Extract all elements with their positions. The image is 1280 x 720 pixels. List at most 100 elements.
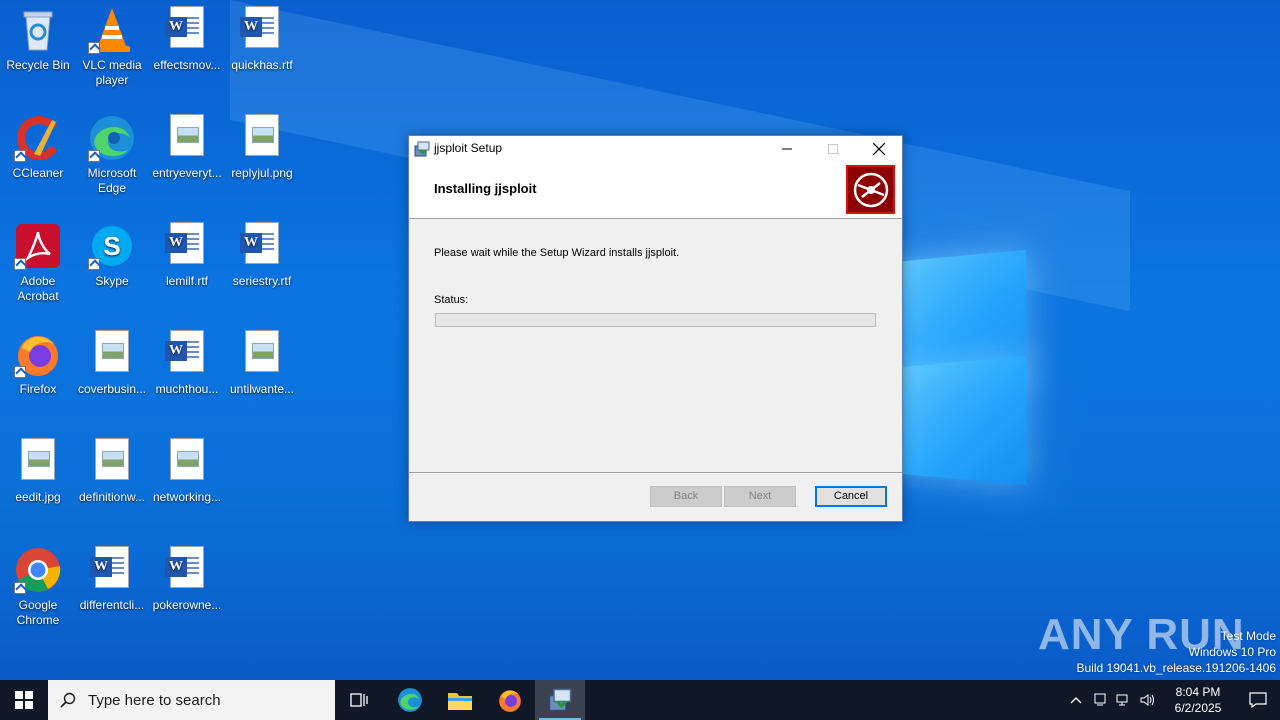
word-document-icon: W xyxy=(163,6,211,54)
desktop-icon-quickhas[interactable]: W quickhas.rtf xyxy=(224,0,300,73)
next-button[interactable]: Next xyxy=(724,486,796,507)
test-mode-text: Test Mode xyxy=(1220,629,1276,643)
desktop-icon-ccleaner[interactable]: CCleaner xyxy=(0,108,76,181)
word-document-icon: W xyxy=(238,222,286,270)
network-icon xyxy=(1116,694,1128,706)
taskbar-search-box[interactable]: Type here to search xyxy=(48,680,335,720)
image-file-icon xyxy=(238,330,286,378)
desktop-icon-skype[interactable]: S Skype xyxy=(74,216,150,289)
maximize-icon xyxy=(828,144,838,154)
image-file-icon xyxy=(14,438,62,486)
start-button[interactable] xyxy=(0,680,48,720)
edge-icon xyxy=(398,688,422,712)
word-document-icon: W xyxy=(238,6,286,54)
desktop-icon-pokerowne[interactable]: W pokerowne... xyxy=(149,540,225,613)
desktop-icon-seriestry[interactable]: W seriestry.rtf xyxy=(224,216,300,289)
page-title: Installing jjsploit xyxy=(434,181,537,196)
icon-label: differentcli... xyxy=(79,598,145,612)
icon-label: Microsoft Edge xyxy=(87,166,137,195)
clock-time: 8:04 PM xyxy=(1175,685,1221,699)
desktop-icon-definitionw[interactable]: definitionw... xyxy=(74,432,150,505)
desktop-icon-effectsmov[interactable]: W effectsmov... xyxy=(149,0,225,73)
taskbar-edge[interactable] xyxy=(385,680,435,720)
icon-label: replyjul.png xyxy=(231,166,293,180)
icon-label: entryeveryt... xyxy=(152,166,222,180)
cancel-button[interactable]: Cancel xyxy=(815,486,887,507)
window-title: jjsploit Setup xyxy=(434,141,503,155)
word-document-icon: W xyxy=(163,330,211,378)
clock-date: 6/2/2025 xyxy=(1174,701,1222,715)
close-button[interactable] xyxy=(856,136,902,162)
status-label: Status: xyxy=(434,294,469,306)
speaker-icon xyxy=(1140,694,1154,706)
taskbar-clock[interactable]: 8:04 PM 6/2/2025 xyxy=(1160,684,1236,716)
desktop-icon-google-chrome[interactable]: Google Chrome xyxy=(0,540,76,628)
icon-label: Skype xyxy=(95,274,129,288)
icon-label: CCleaner xyxy=(12,166,64,180)
tray-app-icon[interactable] xyxy=(1088,680,1112,720)
icon-label: VLC media player xyxy=(82,58,142,87)
back-button[interactable]: Back xyxy=(650,486,722,507)
maximize-button[interactable] xyxy=(810,136,856,162)
minimize-button[interactable] xyxy=(764,136,810,162)
task-view-button[interactable] xyxy=(335,680,385,720)
setup-dialog: jjsploit Setup Installing jjsploit Pleas… xyxy=(408,135,903,522)
desktop-icon-coverbusin[interactable]: coverbusin... xyxy=(74,324,150,397)
icon-label: Google Chrome xyxy=(16,598,60,627)
word-document-icon: W xyxy=(163,222,211,270)
jjsploit-logo-icon xyxy=(846,165,895,214)
image-file-icon xyxy=(88,438,136,486)
system-tray: 8:04 PM 6/2/2025 xyxy=(1064,680,1280,720)
desktop-icon-recycle-bin[interactable]: Recycle Bin xyxy=(0,0,76,73)
desktop-icon-entryeveryt[interactable]: entryeveryt... xyxy=(149,108,225,181)
taskbar-firefox[interactable] xyxy=(485,680,535,720)
desktop-icon-firefox[interactable]: Firefox xyxy=(0,324,76,397)
word-document-icon: W xyxy=(88,546,136,594)
adobe-acrobat-icon xyxy=(14,222,62,270)
icon-label: muchthou... xyxy=(155,382,219,396)
desktop-icon-networking[interactable]: networking... xyxy=(149,432,225,505)
search-placeholder: Type here to search xyxy=(88,691,221,709)
desktop-icon-eedit[interactable]: eedit.jpg xyxy=(0,432,76,505)
search-icon xyxy=(60,692,76,708)
desktop-icon-adobe-acrobat[interactable]: Adobe Acrobat xyxy=(0,216,76,304)
icon-label: pokerowne... xyxy=(152,598,222,612)
action-center-button[interactable] xyxy=(1236,680,1280,720)
skype-icon: S xyxy=(88,222,136,270)
desktop-icon-differentcli[interactable]: W differentcli... xyxy=(74,540,150,613)
image-file-icon xyxy=(163,114,211,162)
show-hidden-icons-button[interactable] xyxy=(1064,680,1088,720)
recycle-bin-icon xyxy=(14,6,62,54)
desktop-icon-replyjul[interactable]: replyjul.png xyxy=(224,108,300,181)
volume-button[interactable] xyxy=(1136,680,1160,720)
icon-label: quickhas.rtf xyxy=(231,58,293,72)
svg-text:S: S xyxy=(103,231,120,261)
desktop-icon-muchthou[interactable]: W muchthou... xyxy=(149,324,225,397)
chrome-icon xyxy=(14,546,62,594)
desktop-icon-untilwante[interactable]: untilwante... xyxy=(224,324,300,397)
desktop-icon-microsoft-edge[interactable]: Microsoft Edge xyxy=(74,108,150,196)
icon-label: coverbusin... xyxy=(77,382,147,396)
close-icon xyxy=(873,143,885,155)
taskbar-setup-installer[interactable] xyxy=(535,680,585,720)
chevron-up-icon xyxy=(1070,697,1082,704)
network-button[interactable] xyxy=(1112,680,1136,720)
edition-text: Windows 10 Pro xyxy=(1188,645,1276,659)
task-view-icon xyxy=(350,693,368,707)
installer-icon xyxy=(548,688,572,712)
title-bar[interactable]: jjsploit Setup xyxy=(409,136,902,162)
icon-label: Adobe Acrobat xyxy=(17,274,59,303)
notification-icon xyxy=(1249,692,1267,708)
icon-label: networking... xyxy=(152,490,222,504)
installer-icon xyxy=(414,141,430,157)
dialog-header: Installing jjsploit xyxy=(409,162,902,219)
install-message: Please wait while the Setup Wizard insta… xyxy=(434,247,680,259)
icon-label: eedit.jpg xyxy=(15,490,61,504)
word-document-icon: W xyxy=(163,546,211,594)
install-progress-bar xyxy=(435,313,876,327)
desktop-icon-lemilf[interactable]: W lemilf.rtf xyxy=(149,216,225,289)
desktop-icon-vlc[interactable]: VLC media player xyxy=(74,0,150,88)
taskbar-file-explorer[interactable] xyxy=(435,680,485,720)
edge-icon xyxy=(88,114,136,162)
image-file-icon xyxy=(163,438,211,486)
